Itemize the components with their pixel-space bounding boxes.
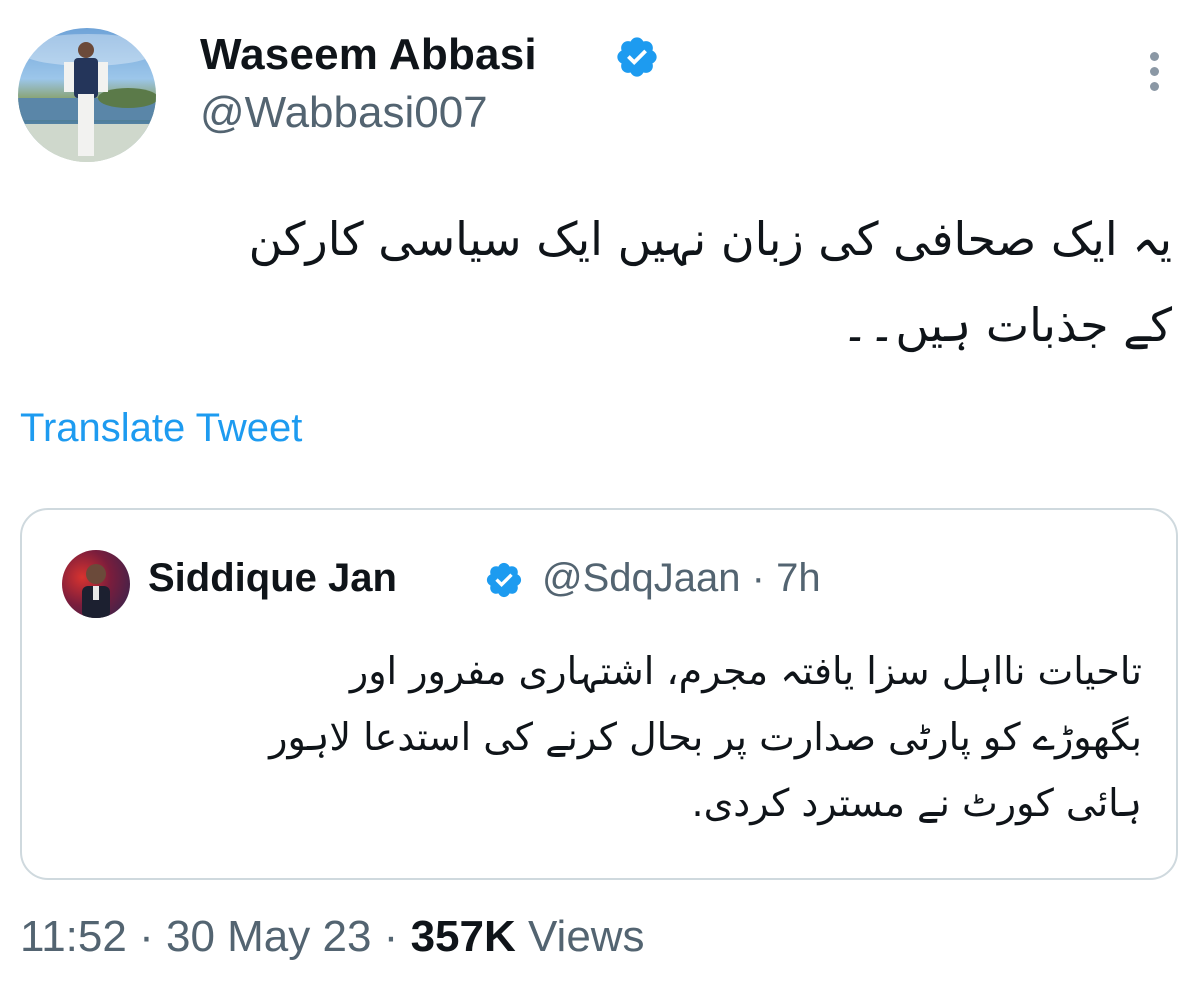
quote-author-avatar[interactable] bbox=[62, 550, 130, 618]
author-avatar[interactable] bbox=[18, 28, 156, 162]
author-avatar-photo bbox=[18, 34, 156, 162]
footer-separator: · bbox=[139, 912, 154, 961]
translate-tweet-link[interactable]: Translate Tweet bbox=[20, 406, 302, 451]
quote-text: تاحیات نااہل سزا یافتہ مجرم، اشتہاری مفر… bbox=[52, 638, 1142, 836]
quote-author-handle[interactable]: @SdqJaan bbox=[542, 556, 741, 600]
quote-author-name[interactable]: Siddique Jan bbox=[148, 556, 397, 601]
quote-text-line: تاحیات نااہل سزا یافتہ مجرم، اشتہاری مفر… bbox=[349, 649, 1142, 693]
quote-text-line: ہائی کورٹ نے مسترد کردی. bbox=[691, 781, 1142, 825]
quote-separator: · bbox=[751, 556, 765, 600]
tweet-date[interactable]: 30 May 23 bbox=[166, 912, 371, 961]
verified-badge-icon bbox=[614, 34, 660, 85]
quote-time[interactable]: 7h bbox=[776, 556, 821, 600]
quoted-tweet-card[interactable]: Siddique Jan @SdqJaan · 7h تاحیات نااہل … bbox=[20, 508, 1178, 880]
author-name[interactable]: Waseem Abbasi bbox=[200, 30, 537, 80]
tweet-text-line: کے جذبات ہیں۔۔ bbox=[841, 298, 1172, 352]
views-count[interactable]: 357K bbox=[411, 912, 516, 961]
verified-badge-icon bbox=[484, 560, 524, 605]
tweet-time[interactable]: 11:52 bbox=[20, 912, 127, 961]
tweet-text-line: یہ ایک صحافی کی زبان نہیں ایک سیاسی کارک… bbox=[248, 212, 1172, 266]
more-vertical-icon[interactable] bbox=[1140, 52, 1168, 102]
author-handle[interactable]: @Wabbasi007 bbox=[200, 88, 488, 138]
tweet-text: یہ ایک صحافی کی زبان نہیں ایک سیاسی کارک… bbox=[32, 196, 1172, 368]
views-label: Views bbox=[527, 912, 645, 961]
quote-avatar-photo bbox=[82, 564, 110, 618]
tweet-footer: 11:52 · 30 May 23 · 357K Views bbox=[20, 912, 645, 962]
footer-separator: · bbox=[383, 912, 399, 961]
quote-text-line: بگھوڑے کو پارٹی صدارت پر بحال کرنے کی اس… bbox=[269, 715, 1142, 759]
quote-meta: @SdqJaan · 7h bbox=[542, 556, 821, 601]
